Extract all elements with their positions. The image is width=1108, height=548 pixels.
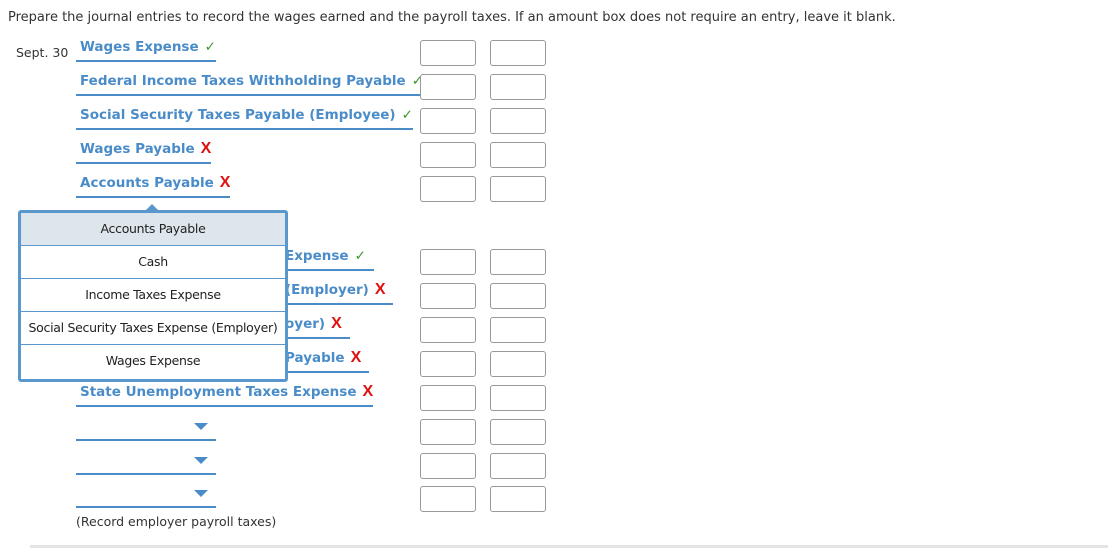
check-icon: ✓ (354, 248, 366, 264)
account-select[interactable]: (Employer) X (285, 279, 394, 305)
account-select[interactable]: Wages Expense ✓ (76, 36, 216, 62)
check-icon: ✓ (401, 107, 413, 123)
x-mark-icon: X (374, 281, 386, 298)
debit-amount-input[interactable] (420, 385, 476, 411)
debit-amount-input[interactable] (420, 249, 476, 275)
instructions: Prepare the journal entries to record th… (8, 10, 896, 25)
credit-amount-input[interactable] (490, 176, 546, 202)
debit-amount-input[interactable] (420, 351, 476, 377)
x-mark-icon: X (350, 349, 362, 366)
account-select[interactable]: Federal Income Taxes Withholding Payable… (76, 70, 424, 96)
dropdown-arrow-icon (194, 457, 208, 464)
account-select[interactable]: Expense ✓ (285, 245, 374, 271)
popup-arrow (145, 204, 159, 211)
credit-amount-input[interactable] (490, 351, 546, 377)
dropdown-option[interactable]: Cash (21, 246, 285, 279)
credit-amount-input[interactable] (490, 385, 546, 411)
debit-amount-input[interactable] (420, 317, 476, 343)
credit-amount-input[interactable] (490, 317, 546, 343)
credit-amount-input[interactable] (490, 419, 546, 445)
credit-amount-input[interactable] (490, 40, 546, 66)
journal-note: (Record employer payroll taxes) (76, 514, 277, 529)
account-select[interactable]: Accounts Payable X (76, 172, 231, 198)
dropdown-option[interactable]: Wages Expense (21, 345, 285, 377)
debit-amount-input[interactable] (420, 142, 476, 168)
dropdown-option[interactable]: Income Taxes Expense (21, 279, 285, 312)
credit-amount-input[interactable] (490, 74, 546, 100)
check-icon: ✓ (204, 39, 216, 55)
account-select[interactable]: Payable X (285, 347, 370, 373)
debit-amount-input[interactable] (420, 74, 476, 100)
credit-amount-input[interactable] (490, 486, 546, 512)
account-dropdown[interactable] (76, 482, 216, 508)
credit-amount-input[interactable] (490, 453, 546, 479)
debit-amount-input[interactable] (420, 40, 476, 66)
account-dropdown-list: Accounts Payable Cash Income Taxes Expense… (18, 204, 288, 382)
dropdown-option[interactable]: Accounts Payable (21, 213, 285, 246)
credit-amount-input[interactable] (490, 249, 546, 275)
dropdown-option[interactable]: Social Security Taxes Expense (Employer) (21, 312, 285, 345)
x-mark-icon: X (331, 315, 342, 332)
account-select[interactable]: State Unemployment Taxes Expense X (76, 381, 374, 407)
debit-amount-input[interactable] (420, 108, 476, 134)
account-select[interactable]: Social Security Taxes Payable (Employee)… (76, 104, 413, 130)
account-dropdown[interactable] (76, 415, 216, 441)
debit-amount-input[interactable] (420, 486, 476, 512)
x-mark-icon: X (362, 383, 374, 400)
debit-amount-input[interactable] (420, 176, 476, 202)
x-mark-icon: X (219, 174, 231, 191)
credit-amount-input[interactable] (490, 283, 546, 309)
debit-amount-input[interactable] (420, 453, 476, 479)
x-mark-icon: X (200, 140, 212, 157)
debit-amount-input[interactable] (420, 283, 476, 309)
dropdown-arrow-icon (194, 423, 208, 430)
account-select[interactable]: Wages Payable X (76, 138, 212, 164)
account-select[interactable]: oyer) X (285, 313, 350, 339)
account-dropdown[interactable] (76, 449, 216, 475)
credit-amount-input[interactable] (490, 108, 546, 134)
entry-date: Sept. 30 (16, 45, 69, 60)
dropdown-arrow-icon (194, 490, 208, 497)
debit-amount-input[interactable] (420, 419, 476, 445)
credit-amount-input[interactable] (490, 142, 546, 168)
